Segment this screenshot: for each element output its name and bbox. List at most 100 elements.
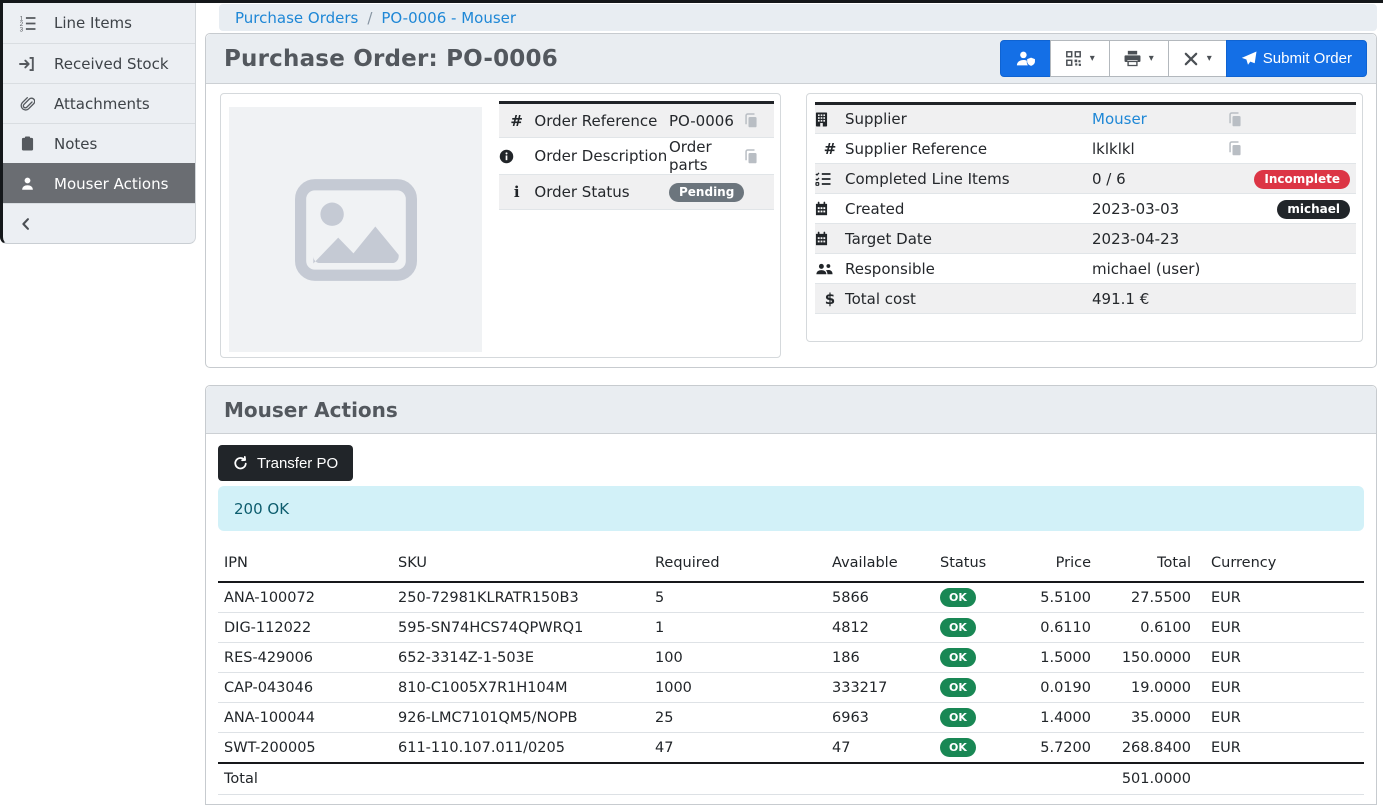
- ok-badge: OK: [940, 618, 976, 637]
- supplier-details-table: Supplier Mouser # Supplier Reference lkl…: [815, 102, 1356, 314]
- cell-currency: EUR: [1199, 643, 1364, 673]
- cell-required: 100: [651, 643, 828, 673]
- mouser-actions-panel-header: Mouser Actions: [206, 386, 1376, 434]
- detail-value: 491.1 €: [1092, 284, 1228, 314]
- column-header: SKU: [394, 547, 651, 582]
- sidebar-item-received-stock[interactable]: Received Stock: [3, 43, 195, 83]
- purchase-order-panel-header: Purchase Order: PO-0006 ▾ ▾: [206, 34, 1376, 84]
- refresh-icon: [233, 456, 248, 471]
- breadcrumb: Purchase Orders / PO-0006 - Mouser: [219, 4, 1377, 31]
- supplier-link[interactable]: Mouser: [1092, 110, 1147, 128]
- order-image-placeholder[interactable]: [229, 107, 482, 352]
- cell-ipn: RES-429006: [218, 643, 394, 673]
- cell-sku: 250-72981KLRATR150B3: [394, 582, 651, 613]
- table-row: Responsible michael (user): [815, 254, 1356, 284]
- svg-text:3: 3: [19, 26, 23, 32]
- transfer-po-button[interactable]: Transfer PO: [218, 445, 353, 481]
- building-icon: [815, 112, 845, 127]
- parts-table: IPN SKU Required Available Status Price …: [218, 547, 1364, 795]
- cell-total: 19.0000: [1099, 673, 1199, 703]
- sidebar-item-mouser-actions[interactable]: Mouser Actions: [3, 163, 195, 203]
- copy-icon[interactable]: [1228, 141, 1350, 156]
- sidebar-collapse-button[interactable]: [3, 203, 195, 243]
- sign-in-icon: [16, 56, 38, 72]
- detail-value: 0 / 6: [1092, 164, 1228, 194]
- breadcrumb-link-current-order[interactable]: PO-0006 - Mouser: [381, 9, 516, 27]
- cell-currency: EUR: [1199, 703, 1364, 733]
- list-ol-icon: 123: [16, 15, 38, 32]
- column-header: Available: [828, 547, 936, 582]
- cell-ipn: CAP-043046: [218, 673, 394, 703]
- table-row: i Order Status Pending: [499, 175, 774, 210]
- order-actions-dropdown-button[interactable]: ▾: [1168, 40, 1227, 77]
- sidebar-item-line-items[interactable]: 123 Line Items: [3, 3, 195, 43]
- ok-badge: OK: [940, 738, 976, 757]
- chevron-down-icon: ▾: [1149, 53, 1154, 64]
- cell-ipn: ANA-100072: [218, 582, 394, 613]
- table-row: Completed Line Items 0 / 6 Incomplete: [815, 164, 1356, 194]
- supplier-details-card: Supplier Mouser # Supplier Reference lkl…: [806, 93, 1363, 342]
- cell-available: 6963: [828, 703, 936, 733]
- table-row: # Supplier Reference lklklkl: [815, 134, 1356, 164]
- detail-value: 2023-04-23: [1092, 224, 1228, 254]
- breadcrumb-separator: /: [367, 9, 372, 27]
- column-header: IPN: [218, 547, 394, 582]
- table-footer-row: Total 501.0000: [218, 763, 1364, 795]
- sidebar-item-attachments[interactable]: Attachments: [3, 83, 195, 123]
- copy-icon[interactable]: [744, 149, 771, 164]
- calendar-icon: [815, 231, 845, 246]
- order-toolbar: ▾ ▾ ▾ Submit Order: [1000, 40, 1367, 77]
- cell-price: 5.5100: [1016, 582, 1099, 613]
- window-top-edge: [0, 0, 1383, 3]
- table-row: # Order Reference PO-0006: [499, 103, 774, 138]
- detail-value: Order parts: [669, 138, 744, 175]
- table-row: $ Total cost 491.1 €: [815, 284, 1356, 314]
- qrcode-dropdown-button[interactable]: ▾: [1050, 40, 1110, 77]
- detail-label: Completed Line Items: [845, 164, 1092, 194]
- sidebar-item-notes[interactable]: Notes: [3, 123, 195, 163]
- detail-label: Target Date: [845, 224, 1092, 254]
- table-row: Supplier Mouser: [815, 104, 1356, 134]
- table-row: Target Date 2023-04-23: [815, 224, 1356, 254]
- info-circle-icon: [499, 149, 534, 164]
- cell-sku: 652-3314Z-1-503E: [394, 643, 651, 673]
- copy-icon[interactable]: [744, 113, 771, 128]
- cell-price: 0.6110: [1016, 613, 1099, 643]
- cell-available: 5866: [828, 582, 936, 613]
- cell-currency: EUR: [1199, 613, 1364, 643]
- footer-total-value: 501.0000: [1099, 763, 1199, 795]
- detail-label: Supplier Reference: [845, 134, 1092, 164]
- cell-total: 35.0000: [1099, 703, 1199, 733]
- alert-message: 200 OK: [234, 500, 289, 518]
- clipboard-icon: [16, 136, 38, 151]
- panel-title: Mouser Actions: [224, 398, 398, 422]
- print-dropdown-button[interactable]: ▾: [1109, 40, 1169, 77]
- mouser-actions-body: Transfer PO 200 OK IPN SKU Required Avai…: [206, 434, 1376, 806]
- copy-icon[interactable]: [1228, 112, 1350, 127]
- tools-icon: [1183, 51, 1199, 67]
- submit-order-button[interactable]: Submit Order: [1226, 40, 1367, 77]
- breadcrumb-link-purchase-orders[interactable]: Purchase Orders: [235, 9, 358, 27]
- cell-required: 5: [651, 582, 828, 613]
- barcode-actions-button[interactable]: [1000, 40, 1051, 77]
- cell-total: 0.6100: [1099, 613, 1199, 643]
- cell-sku: 810-C1005X7R1H104M: [394, 673, 651, 703]
- dollar-icon: $: [825, 290, 835, 308]
- sidebar-item-label: Received Stock: [54, 55, 169, 73]
- purchase-order-panel: Purchase Order: PO-0006 ▾ ▾: [205, 33, 1377, 368]
- list-check-icon: [815, 171, 845, 187]
- cell-currency: EUR: [1199, 582, 1364, 613]
- table-row: Order Description Order parts: [499, 138, 774, 175]
- cell-price: 0.0190: [1016, 673, 1099, 703]
- cell-sku: 595-SN74HCS74QPWRQ1: [394, 613, 651, 643]
- parts-table-header-row: IPN SKU Required Available Status Price …: [218, 547, 1364, 582]
- column-header: Currency: [1199, 547, 1364, 582]
- cell-price: 5.7200: [1016, 733, 1099, 764]
- paperclip-icon: [16, 96, 38, 111]
- sidebar-item-label: Mouser Actions: [54, 175, 168, 193]
- sidebar-item-label: Line Items: [54, 14, 132, 32]
- detail-value: michael (user): [1092, 254, 1228, 284]
- column-header: Total: [1099, 547, 1199, 582]
- status-badge: Pending: [669, 183, 744, 202]
- table-row: DIG-112022 595-SN74HCS74QPWRQ1 1 4812 OK…: [218, 613, 1364, 643]
